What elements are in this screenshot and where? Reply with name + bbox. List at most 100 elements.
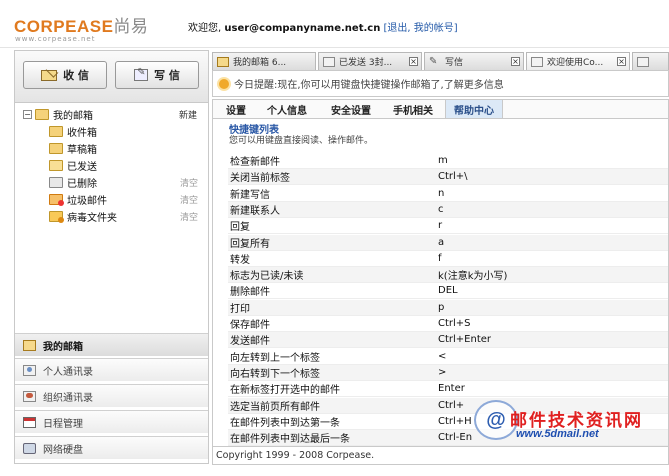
nav-my-mailbox[interactable]: 我的邮箱 xyxy=(15,333,208,356)
calendar-icon xyxy=(23,416,36,428)
new-folder-link[interactable]: 新建 xyxy=(179,108,197,121)
org-contacts-icon xyxy=(23,390,36,402)
shortcut-key: Ctrl-En xyxy=(438,432,473,444)
reminder-text[interactable]: 今日提醒:现在,你可以用键盘快捷键操作邮箱了,了解更多信息 xyxy=(234,76,504,91)
logo-text: CORPEASE xyxy=(14,17,114,36)
tab-my-mailbox[interactable]: 我的邮箱 6... xyxy=(212,52,316,70)
folder-label: 收件箱 xyxy=(67,128,97,139)
folder-virus[interactable]: 病毒文件夹 清空 xyxy=(49,209,204,224)
shortcut-action: 回复所有 xyxy=(230,238,270,250)
folder-drafts[interactable]: 草稿箱 xyxy=(49,141,204,156)
mail-tab-icon xyxy=(217,56,229,67)
watermark-url: www.5dmail.net xyxy=(516,428,599,440)
logo[interactable]: CORPEASE尚易 xyxy=(14,12,148,37)
shortcut-row: 新建写信 n xyxy=(228,186,668,202)
shortcut-key: Ctrl+H xyxy=(438,415,472,427)
reminder-bar: 今日提醒:现在,你可以用键盘快捷键操作邮箱了,了解更多信息 xyxy=(212,70,669,97)
nav-personal-contacts[interactable]: 个人通讯录 xyxy=(15,358,208,381)
shortcut-action: 发送邮件 xyxy=(230,336,270,348)
shortcut-action: 在邮件列表中到达第一条 xyxy=(230,417,340,429)
nav-network-disk[interactable]: 网络硬盘 xyxy=(15,436,208,459)
folder-deleted[interactable]: 已删除 清空 xyxy=(49,175,204,190)
welcome-tab-icon xyxy=(531,56,543,67)
disk-icon xyxy=(23,442,36,454)
folder-label: 垃圾邮件 xyxy=(67,196,107,207)
shortcut-key: DEL xyxy=(438,285,458,297)
tree-root-label: 我的邮箱 xyxy=(53,111,93,122)
user-email: user@companyname.net.cn xyxy=(224,23,381,34)
nav-label: 组织通讯录 xyxy=(43,392,93,404)
junk-folder-icon xyxy=(49,194,64,206)
shortcut-row: 转发 f xyxy=(228,251,668,267)
shortcut-action: 新建写信 xyxy=(230,189,270,201)
shortcut-action: 保存邮件 xyxy=(230,320,270,331)
virus-folder-icon xyxy=(49,211,64,223)
nav-org-contacts[interactable]: 组织通讯录 xyxy=(15,384,208,407)
subtab-mobile[interactable]: 手机相关 xyxy=(385,100,441,118)
shortcut-key: f xyxy=(438,252,442,264)
subtab-security[interactable]: 安全设置 xyxy=(323,100,379,118)
watermark: @ 邮件技术资讯网 www.5dmail.net xyxy=(468,398,664,444)
write-label: 写 信 xyxy=(154,69,180,82)
nav-label: 日程管理 xyxy=(43,418,83,430)
tree-root-mailbox[interactable]: − 我的邮箱 新建 xyxy=(23,107,203,122)
compose-pencil-icon xyxy=(134,67,149,81)
top-header: CORPEASE尚易 www.corpease.net 欢迎您, user@co… xyxy=(0,0,669,48)
tab-overflow[interactable] xyxy=(632,52,669,70)
empty-deleted-link[interactable]: 清空 xyxy=(180,176,198,189)
folder-sent[interactable]: 已发送 xyxy=(49,158,204,173)
shortcut-action: 向左转到上一个标签 xyxy=(230,352,320,364)
subtab-help-center[interactable]: 帮助中心 xyxy=(445,100,503,118)
tab-compose[interactable]: 写信 × xyxy=(424,52,524,70)
account-links[interactable]: [退出, 我的帐号] xyxy=(384,23,458,34)
shortcut-action: 转发 xyxy=(230,254,250,266)
tab-label: 我的邮箱 6... xyxy=(233,58,287,68)
folder-junk[interactable]: 垃圾邮件 清空 xyxy=(49,192,204,207)
subtab-settings[interactable]: 设置 xyxy=(221,100,251,118)
contact-icon xyxy=(23,364,36,376)
collapse-toggle-icon[interactable]: − xyxy=(23,110,32,119)
subtab-personal-info[interactable]: 个人信息 xyxy=(259,100,315,118)
shortcut-key: Ctrl+\ xyxy=(438,171,468,183)
tab-label: 写信 xyxy=(445,58,464,68)
sent-folder-icon xyxy=(49,160,63,171)
shortcut-action: 删除邮件 xyxy=(230,287,270,299)
folder-inbox[interactable]: 收件箱 xyxy=(49,124,204,139)
shortcut-row: 发送邮件 Ctrl+Enter xyxy=(228,332,668,349)
shortcut-row: 向左转到上一个标签 < xyxy=(228,349,668,365)
folder-label: 草稿箱 xyxy=(67,145,97,156)
tab-welcome[interactable]: 欢迎使用Co... × xyxy=(526,52,630,70)
welcome-bar: 欢迎您, user@companyname.net.cn [退出, 我的帐号] xyxy=(188,19,458,34)
empty-junk-link[interactable]: 清空 xyxy=(180,193,198,206)
shortcut-key: Ctrl+Enter xyxy=(438,334,492,346)
nav-label: 网络硬盘 xyxy=(43,444,83,456)
section-description: 您可以用键盘直接阅读、操作邮件。 xyxy=(229,136,374,146)
sent-tab-icon xyxy=(323,56,335,67)
nav-label: 个人通讯录 xyxy=(43,366,93,378)
shortcut-key: Ctrl+ xyxy=(438,399,465,411)
shortcut-row: 回复所有 a xyxy=(228,234,668,251)
tab-sent[interactable]: 已发送 3封... × xyxy=(318,52,422,70)
shortcut-action: 关闭当前标签 xyxy=(230,173,290,185)
logo-cn-text: 尚易 xyxy=(113,17,149,36)
shortcut-key: Enter xyxy=(438,383,465,395)
shortcut-row: 打印 p xyxy=(228,299,668,316)
shortcut-row: 删除邮件 DEL xyxy=(228,283,668,300)
shortcut-action: 检查新邮件 xyxy=(230,157,280,168)
shortcut-action: 回复 xyxy=(230,222,250,234)
shortcut-key: a xyxy=(438,236,445,248)
shortcut-row: 回复 r xyxy=(228,218,668,235)
close-icon[interactable]: × xyxy=(617,57,626,66)
close-icon[interactable]: × xyxy=(511,57,520,66)
receive-mail-button[interactable]: 收 信 xyxy=(23,61,107,89)
shortcut-key: c xyxy=(438,203,444,215)
shortcut-row: 向右转到下一个标签 > xyxy=(228,364,668,381)
write-mail-button[interactable]: 写 信 xyxy=(115,61,199,89)
empty-virus-link[interactable]: 清空 xyxy=(180,210,198,223)
nav-calendar[interactable]: 日程管理 xyxy=(15,410,208,433)
shortcut-action: 打印 xyxy=(230,303,250,315)
folder-label: 病毒文件夹 xyxy=(67,213,117,224)
close-icon[interactable]: × xyxy=(409,57,418,66)
nav-label: 我的邮箱 xyxy=(43,341,83,353)
shortcut-row: 新建联系人 c xyxy=(228,201,668,218)
